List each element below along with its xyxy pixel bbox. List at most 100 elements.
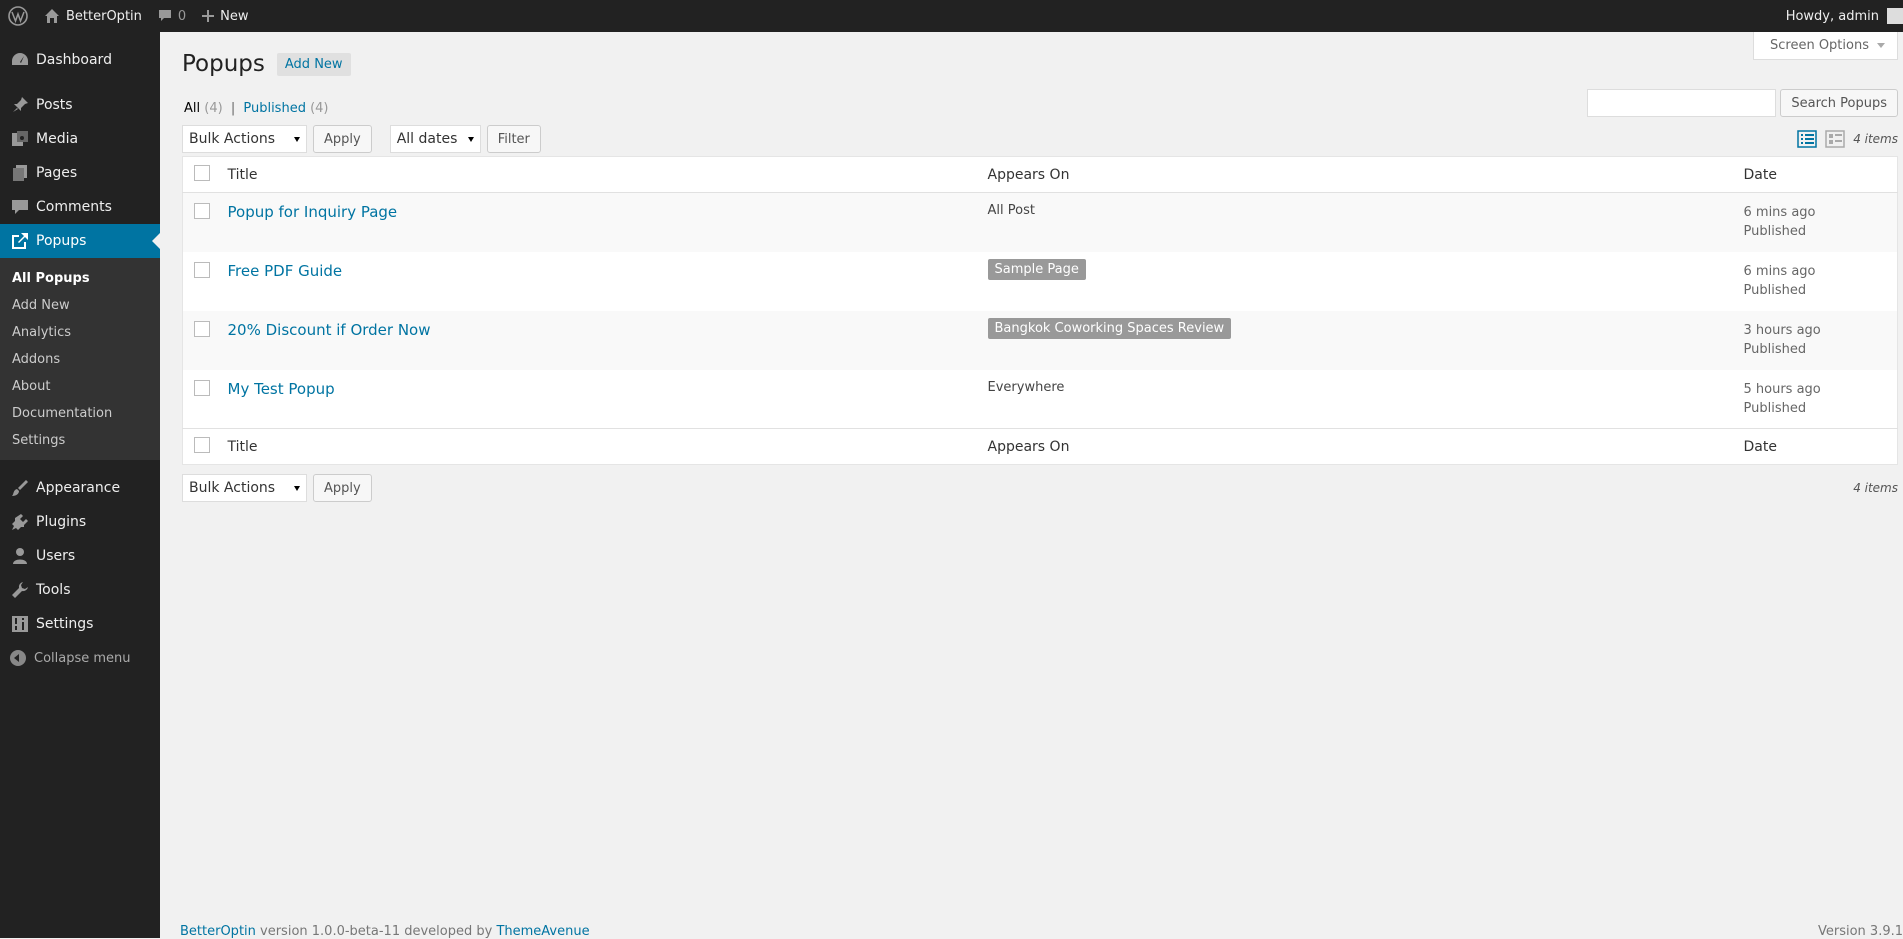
menu-appearance[interactable]: Appearance [0,471,160,505]
row-status: Published [1743,341,1807,357]
menu-settings[interactable]: Settings [0,607,160,641]
menu-media[interactable]: Media [0,122,160,156]
menu-comments[interactable]: Comments [0,190,160,224]
menu-popups[interactable]: Popups [0,224,160,258]
tablenav-bottom: Bulk Actions Apply 4 items [182,474,1898,502]
row-title-link[interactable]: My Test Popup [228,380,335,398]
filter-all-label: All [184,101,201,116]
admin-bar: BetterOptin 0 New Howdy, admin [0,0,1903,32]
menu-posts[interactable]: Posts [0,88,160,122]
menu-label: Settings [36,616,94,632]
bulk-actions-value: Bulk Actions [189,480,276,496]
tablenav-right: 4 items [1797,129,1898,149]
site-name-link[interactable]: BetterOptin [36,0,150,32]
row-checkbox-cell [183,193,227,252]
select-all-cell [182,428,227,465]
user-icon [10,546,30,566]
column-header-date[interactable]: Date [1742,156,1898,193]
column-header-appears-on: Appears On [986,156,1743,193]
submenu-addons[interactable]: Addons [0,346,160,373]
betteroptin-link[interactable]: BetterOptin [180,924,256,939]
submenu-about[interactable]: About [0,373,160,400]
new-content-link[interactable]: New [194,0,256,32]
table-header-row: Title Appears On Date [182,156,1898,193]
settings-icon [10,614,30,634]
pin-icon [10,95,30,115]
themeavenue-link[interactable]: ThemeAvenue [496,924,589,939]
search-popups-button[interactable]: Search Popups [1780,89,1898,117]
my-account-link[interactable]: Howdy, admin [1778,0,1903,32]
list-view-icon[interactable] [1797,129,1817,149]
tablenav-top: Bulk Actions Apply All dates Filter 4 it… [182,125,1898,153]
row-date: 3 hours ago [1743,322,1821,338]
menu-dashboard[interactable]: Dashboard [0,43,160,77]
submenu-documentation[interactable]: Documentation [0,400,160,427]
column-footer-appears-on: Appears On [986,428,1743,465]
search-box: Search Popups [1587,89,1898,117]
title-cell: Free PDF Guide [227,252,987,311]
row-title-link[interactable]: Free PDF Guide [228,262,343,280]
plug-icon [10,512,30,532]
tablenav-right: 4 items [1853,481,1898,495]
menu-users[interactable]: Users [0,539,160,573]
column-footer-title[interactable]: Title [226,428,987,465]
title-cell: 20% Discount if Order Now [227,311,987,370]
appears-on-tag: Bangkok Coworking Spaces Review [987,317,1232,339]
row-checkbox-cell [183,252,227,311]
select-all-checkbox-bottom[interactable] [194,436,210,453]
menu-plugins[interactable]: Plugins [0,505,160,539]
submenu-settings[interactable]: Settings [0,427,160,454]
column-header-title[interactable]: Title [226,156,987,193]
comments-count: 0 [177,8,187,24]
appears-on-cell: Everywhere [987,370,1743,429]
popups-table: Title Appears On Date Popup for Inquiry … [182,156,1898,465]
row-checkbox[interactable] [194,261,210,278]
apply-button-bottom[interactable]: Apply [313,474,372,502]
wordpress-logo-icon[interactable] [0,0,36,32]
submenu-all-popups[interactable]: All Popups [0,265,160,292]
menu-label: Dashboard [36,52,112,68]
appears-on-cell: Sample Page [987,252,1743,311]
select-all-checkbox[interactable] [194,164,210,181]
date-filter-select[interactable]: All dates [389,125,481,153]
menu-label: Posts [36,97,73,113]
apply-button[interactable]: Apply [313,125,372,153]
menu-label: Popups [36,233,87,249]
comments-link[interactable]: 0 [150,0,194,32]
dropdown-arrow-icon [1877,43,1885,48]
row-status: Published [1743,400,1807,416]
collapse-label: Collapse menu [34,650,131,666]
menu-pages[interactable]: Pages [0,156,160,190]
filter-separator: | [230,101,236,116]
filter-button[interactable]: Filter [486,125,541,153]
select-arrow-icon [294,137,300,142]
row-checkbox-cell [183,370,227,429]
excerpt-view-icon[interactable] [1825,129,1845,149]
footer-text: version 1.0.0-beta-11 developed by [255,924,497,939]
row-checkbox[interactable] [194,320,210,337]
date-cell: 6 mins ago Published [1743,252,1898,311]
row-title-link[interactable]: 20% Discount if Order Now [228,321,431,339]
add-new-button[interactable]: Add New [276,52,351,76]
avatar [1887,8,1903,24]
row-checkbox-cell [183,311,227,370]
screen-options-button[interactable]: Screen Options [1753,32,1898,60]
row-checkbox[interactable] [194,379,210,396]
submenu-analytics[interactable]: Analytics [0,319,160,346]
submenu-add-new[interactable]: Add New [0,292,160,319]
search-input[interactable] [1587,89,1777,117]
admin-menu: Dashboard Posts Media Pages Comments Pop… [0,32,160,938]
title-cell: My Test Popup [227,370,987,429]
column-footer-date[interactable]: Date [1742,428,1898,465]
appears-on-text: All Post [987,203,1035,218]
bulk-actions-select-bottom[interactable]: Bulk Actions [182,474,307,502]
table-row: 20% Discount if Order Now Bangkok Cowork… [182,310,1898,370]
filter-published-link[interactable]: Published (4) [243,101,328,116]
menu-tools[interactable]: Tools [0,573,160,607]
bulk-actions-select[interactable]: Bulk Actions [182,125,307,153]
filter-all-link[interactable]: All (4) [184,101,223,116]
collapse-menu-button[interactable]: Collapse menu [0,641,160,675]
dashboard-icon [10,50,30,70]
row-checkbox[interactable] [194,203,210,219]
row-title-link[interactable]: Popup for Inquiry Page [228,203,398,221]
